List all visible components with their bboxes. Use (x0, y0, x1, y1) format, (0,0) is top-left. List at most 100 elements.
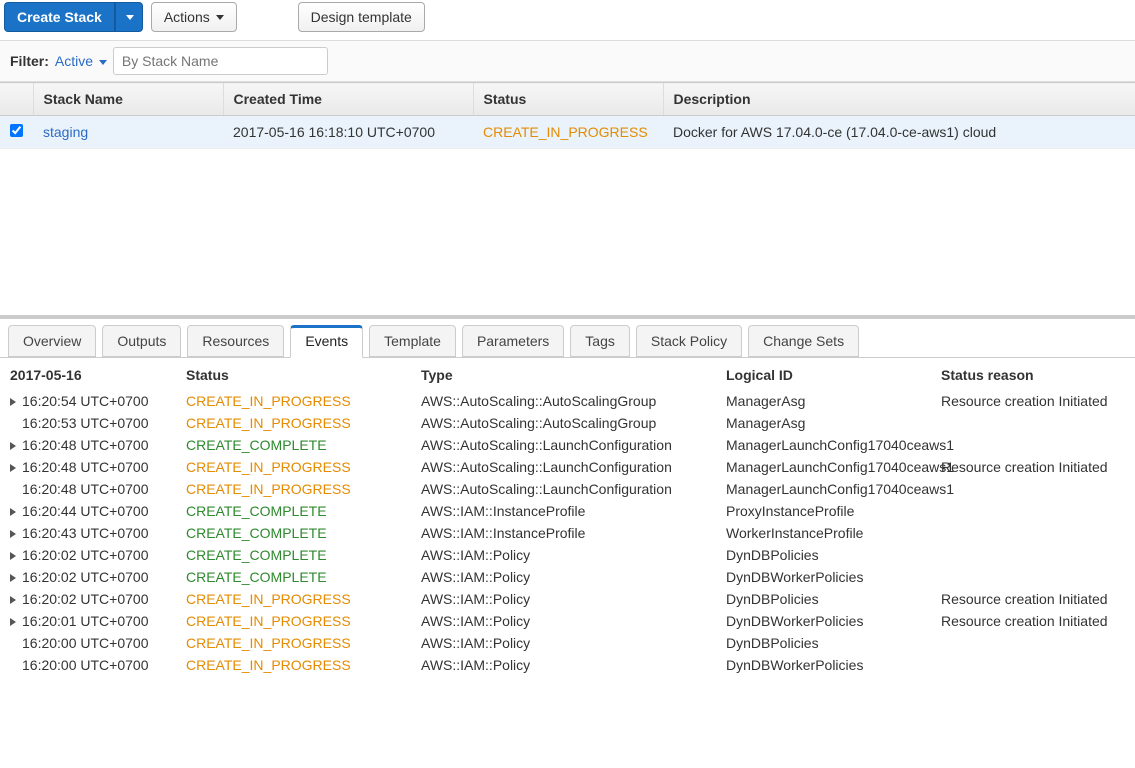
event-type: AWS::AutoScaling::AutoScalingGroup (421, 415, 726, 431)
event-time: 16:20:00 UTC+0700 (22, 635, 148, 651)
event-status: CREATE_COMPLETE (186, 503, 421, 519)
event-reason (941, 657, 1135, 673)
tab-events[interactable]: Events (290, 325, 363, 358)
stacks-empty-area (0, 149, 1135, 319)
tab-template[interactable]: Template (369, 325, 456, 357)
description-cell: Docker for AWS 17.04.0-ce (17.04.0-ce-aw… (663, 116, 1135, 149)
col-type: Type (421, 367, 726, 383)
table-row[interactable]: staging2017-05-16 16:18:10 UTC+0700CREAT… (0, 116, 1135, 149)
event-type: AWS::IAM::InstanceProfile (421, 503, 726, 519)
event-type: AWS::AutoScaling::AutoScalingGroup (421, 393, 726, 409)
event-logical-id: ManagerAsg (726, 393, 941, 409)
expand-triangle-icon[interactable] (10, 530, 16, 538)
event-row[interactable]: 16:20:43 UTC+0700CREATE_COMPLETEAWS::IAM… (6, 522, 1129, 544)
actions-button[interactable]: Actions (151, 2, 237, 32)
filter-stack-name-input[interactable] (113, 47, 328, 75)
event-row[interactable]: 16:20:02 UTC+0700 CREATE_IN_PROGRESSAWS::… (6, 588, 1129, 610)
event-logical-id: DynDBPolicies (726, 547, 941, 563)
tab-outputs[interactable]: Outputs (102, 325, 181, 357)
event-status: CREATE_IN_PROGRESS (186, 481, 421, 497)
event-time: 16:20:44 UTC+0700 (22, 503, 148, 519)
event-status: CREATE_IN_PROGRESS (186, 657, 421, 673)
event-type: AWS::AutoScaling::LaunchConfiguration (421, 437, 726, 453)
event-row[interactable]: 16:20:01 UTC+0700CREATE_IN_PROGRESSAWS::… (6, 610, 1129, 632)
tab-resources[interactable]: Resources (187, 325, 284, 357)
event-row[interactable]: 16:20:48 UTC+0700CREATE_IN_PROGRESSAWS::… (6, 456, 1129, 478)
event-row[interactable]: 16:20:53 UTC+0700 CREATE_IN_PROGRESSAWS::… (6, 412, 1129, 434)
event-reason (941, 525, 1135, 541)
event-status: CREATE_COMPLETE (186, 547, 421, 563)
event-logical-id: ManagerLaunchConfig17040ceaws1 (726, 437, 941, 453)
event-reason (941, 569, 1135, 585)
tab-change-sets[interactable]: Change Sets (748, 325, 859, 357)
expand-triangle-icon[interactable] (10, 552, 16, 560)
event-type: AWS::IAM::Policy (421, 569, 726, 585)
design-template-button[interactable]: Design template (298, 2, 425, 32)
event-row[interactable]: 16:20:48 UTC+0700CREATE_COMPLETEAWS::Aut… (6, 434, 1129, 456)
event-time: 16:20:02 UTC+0700 (22, 591, 148, 607)
event-type: AWS::IAM::Policy (421, 613, 726, 629)
event-type: AWS::IAM::Policy (421, 657, 726, 673)
event-row[interactable]: 16:20:44 UTC+0700 CREATE_COMPLETEAWS::IAM… (6, 500, 1129, 522)
checkbox-header (0, 83, 33, 116)
event-time: 16:20:00 UTC+0700 (22, 657, 148, 673)
event-row[interactable]: 16:20:00 UTC+0700 CREATE_IN_PROGRESSAWS::… (6, 654, 1129, 676)
toolbar: Create Stack Actions Design template (0, 0, 1135, 40)
create-stack-button[interactable]: Create Stack (4, 2, 115, 32)
filter-active-dropdown[interactable]: Active (55, 53, 107, 69)
event-time: 16:20:53 UTC+0700 (22, 415, 148, 431)
event-logical-id: ManagerLaunchConfig17040ceaws1 (726, 481, 941, 497)
event-row[interactable]: 16:20:48 UTC+0700 CREATE_IN_PROGRESSAWS::… (6, 478, 1129, 500)
event-time: 16:20:54 UTC+0700 (22, 393, 148, 409)
event-row[interactable]: 16:20:54 UTC+0700CREATE_IN_PROGRESSAWS::… (6, 390, 1129, 412)
event-time: 16:20:48 UTC+0700 (22, 459, 148, 475)
event-logical-id: WorkerInstanceProfile (726, 525, 941, 541)
expand-triangle-icon[interactable] (10, 596, 16, 604)
event-time: 16:20:48 UTC+0700 (22, 481, 148, 497)
event-type: AWS::IAM::Policy (421, 591, 726, 607)
event-reason (941, 547, 1135, 563)
event-status: CREATE_COMPLETE (186, 569, 421, 585)
event-row[interactable]: 16:20:02 UTC+0700CREATE_COMPLETEAWS::IAM… (6, 566, 1129, 588)
event-logical-id: DynDBPolicies (726, 635, 941, 651)
tab-stack-policy[interactable]: Stack Policy (636, 325, 742, 357)
event-reason (941, 635, 1135, 651)
tabs: OverviewOutputsResourcesEventsTemplatePa… (0, 319, 1135, 358)
expand-triangle-icon[interactable] (10, 398, 16, 406)
tab-parameters[interactable]: Parameters (462, 325, 564, 357)
event-status: CREATE_IN_PROGRESS (186, 591, 421, 607)
event-row[interactable]: 16:20:00 UTC+0700CREATE_IN_PROGRESSAWS::… (6, 632, 1129, 654)
event-reason (941, 415, 1135, 431)
col-stack-name[interactable]: Stack Name (33, 83, 223, 116)
caret-down-icon (99, 60, 107, 65)
event-reason: Resource creation Initiated (941, 393, 1135, 409)
stack-name-link[interactable]: staging (33, 116, 223, 149)
expand-triangle-icon[interactable] (10, 574, 16, 582)
col-description[interactable]: Description (663, 83, 1135, 116)
col-status[interactable]: Status (473, 83, 663, 116)
event-row[interactable]: 16:20:02 UTC+0700CREATE_COMPLETEAWS::IAM… (6, 544, 1129, 566)
event-time: 16:20:48 UTC+0700 (22, 437, 148, 453)
caret-down-icon (126, 15, 134, 20)
expand-triangle-icon[interactable] (10, 442, 16, 450)
event-type: AWS::AutoScaling::LaunchConfiguration (421, 481, 726, 497)
event-logical-id: ManagerLaunchConfig17040ceaws1 (726, 459, 941, 475)
row-checkbox-cell (0, 116, 33, 149)
col-created-time[interactable]: Created Time (223, 83, 473, 116)
tab-overview[interactable]: Overview (8, 325, 96, 357)
events-panel: 2017-05-16 Status Type Logical ID Status… (0, 358, 1135, 696)
row-checkbox[interactable] (10, 124, 23, 137)
event-time: 16:20:02 UTC+0700 (22, 547, 148, 563)
tab-tags[interactable]: Tags (570, 325, 630, 357)
created-time-cell: 2017-05-16 16:18:10 UTC+0700 (223, 116, 473, 149)
create-stack-dropdown-button[interactable] (115, 2, 143, 32)
event-status: CREATE_IN_PROGRESS (186, 415, 421, 431)
expand-triangle-icon[interactable] (10, 618, 16, 626)
event-reason: Resource creation Initiated (941, 459, 1135, 475)
events-date-header: 2017-05-16 (6, 367, 186, 383)
event-time: 16:20:43 UTC+0700 (22, 525, 148, 541)
event-reason: Resource creation Initiated (941, 591, 1135, 607)
event-logical-id: DynDBWorkerPolicies (726, 657, 941, 673)
expand-triangle-icon[interactable] (10, 464, 16, 472)
expand-triangle-icon[interactable] (10, 508, 16, 516)
